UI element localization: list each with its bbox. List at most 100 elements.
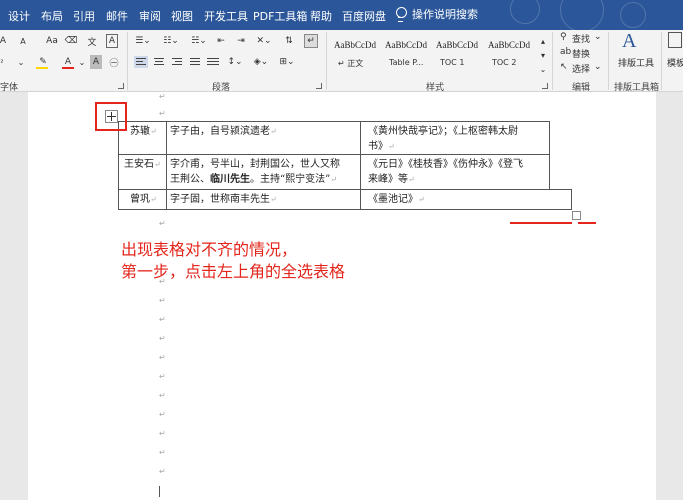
numbering-icon[interactable]: ☷⌄: [160, 34, 182, 48]
justify-icon[interactable]: [188, 56, 202, 68]
select-button[interactable]: 选择: [572, 62, 590, 75]
paragraph-mark: ↵: [159, 353, 166, 362]
font-color-bar: [62, 67, 74, 69]
typeset-tool-button[interactable]: 排版工具: [618, 56, 654, 69]
font-dialog-launcher[interactable]: [118, 83, 124, 89]
increase-indent-icon[interactable]: ⇥: [234, 34, 248, 48]
table-cell-name[interactable]: 王安石↵: [124, 157, 161, 172]
decor-circle: [560, 0, 604, 32]
dropdown-arrow-icon[interactable]: ⌄: [594, 32, 602, 42]
table-border: [118, 121, 550, 122]
change-case-button[interactable]: Aa: [44, 34, 60, 48]
tab-design[interactable]: 设计: [8, 8, 30, 24]
tab-mailings[interactable]: 邮件: [106, 8, 128, 24]
paragraph-dialog-launcher[interactable]: [316, 83, 322, 89]
ribbon-separator: [661, 32, 662, 90]
styles-scroll-up-icon[interactable]: ▴: [538, 34, 548, 48]
borders-icon[interactable]: ⊞⌄: [276, 55, 298, 69]
paragraph-mark: ↵: [159, 109, 166, 118]
select-icon[interactable]: ↖: [560, 62, 568, 72]
align-right-icon[interactable]: [170, 56, 184, 68]
tab-baidu-netdisk[interactable]: 百度网盘: [342, 8, 386, 24]
word-app-window: 设计 布局 引用 邮件 审阅 视图 开发工具 PDF工具箱 帮助 百度网盘 操作…: [0, 0, 683, 500]
replace-button[interactable]: 替换: [572, 47, 590, 60]
replace-icon[interactable]: ab: [560, 47, 571, 57]
grow-font-button[interactable]: A: [0, 34, 8, 48]
ribbon-tab-bar: 设计 布局 引用 邮件 审阅 视图 开发工具 PDF工具箱 帮助 百度网盘 操作…: [0, 0, 683, 32]
shrink-font-button[interactable]: A: [18, 34, 28, 48]
show-marks-icon[interactable]: ↵: [304, 34, 318, 48]
styles-more-icon[interactable]: ⌄: [538, 62, 548, 76]
decrease-indent-icon[interactable]: ⇤: [214, 34, 228, 48]
annotation-line-1: 出现表格对不齐的情况，: [121, 240, 298, 259]
style-name: TOC 2: [492, 58, 517, 67]
table-cell-works[interactable]: 《墨池记》↵: [368, 192, 425, 207]
dropdown-arrow-icon[interactable]: ⌄: [78, 55, 86, 69]
paragraph-mark: ↵: [159, 219, 166, 228]
table-cell-desc[interactable]: 字子固，世称南丰先生↵: [170, 192, 277, 207]
paragraph-mark: ↵: [159, 429, 166, 438]
table-border: [549, 121, 550, 190]
multilevel-list-icon[interactable]: ☵⌄: [188, 34, 210, 48]
style-normal[interactable]: AaBbCcDd ↵ 正文: [334, 36, 382, 70]
table-cell-desc[interactable]: 字介甫，号半山，封荆国公，世人又称 王荆公、临川先生。主持“熙宁变法”↵: [170, 157, 340, 187]
align-center-icon[interactable]: [152, 56, 166, 68]
paragraph-mark: ↵: [159, 296, 166, 305]
tab-view[interactable]: 视图: [171, 8, 193, 24]
ribbon-separator: [552, 32, 553, 90]
search-icon[interactable]: ⚲: [560, 32, 567, 42]
sort-icon[interactable]: ⇅: [282, 34, 296, 48]
template-icon[interactable]: [668, 32, 682, 48]
table-resize-handle[interactable]: [572, 211, 581, 220]
superscript-icon[interactable]: ²: [0, 55, 6, 69]
paragraph-mark: ↵: [159, 448, 166, 457]
char-shading-icon[interactable]: A: [90, 55, 102, 69]
tab-references[interactable]: 引用: [73, 8, 95, 24]
decor-circle: [510, 0, 540, 24]
dropdown-arrow-icon[interactable]: ⌄: [594, 62, 602, 72]
template-button[interactable]: 模板: [667, 56, 683, 69]
find-button[interactable]: 查找: [572, 32, 590, 45]
table-cell-name[interactable]: 曾巩↵: [130, 192, 157, 207]
shading-icon[interactable]: ◈⌄: [250, 55, 272, 69]
tab-layout[interactable]: 布局: [41, 8, 63, 24]
styles-dialog-launcher[interactable]: [542, 83, 548, 89]
tab-developer[interactable]: 开发工具: [204, 8, 248, 24]
annotation-underline: [510, 222, 572, 224]
tab-help[interactable]: 帮助: [310, 8, 332, 24]
chinese-layout-icon[interactable]: ✕⌄: [254, 34, 274, 48]
phonetic-guide-icon[interactable]: 文: [86, 34, 98, 48]
enclose-char-icon[interactable]: ㊀: [108, 55, 120, 69]
annotation-line-2: 第一步，点击左上角的全选表格: [121, 262, 346, 281]
style-toc1[interactable]: AaBbCcDd TOC 1: [436, 36, 484, 70]
styles-scroll-down-icon[interactable]: ▾: [538, 48, 548, 62]
dropdown-arrow-icon[interactable]: ⌄: [16, 55, 26, 69]
clear-format-icon[interactable]: ⌫: [65, 34, 78, 48]
style-name: TOC 1: [440, 58, 465, 67]
paragraph-mark: ↵: [159, 467, 166, 476]
char-border-button[interactable]: A: [106, 34, 118, 48]
style-table-paragraph[interactable]: AaBbCcDd Table P...: [385, 36, 433, 70]
bullets-icon[interactable]: ☰⌄: [132, 34, 154, 48]
paragraph-mark: ↵: [159, 410, 166, 419]
table-cell-works[interactable]: 《黄州快哉亭记》；《上枢密韩太尉 书》↵: [368, 124, 518, 154]
style-sample: AaBbCcDd: [488, 40, 530, 50]
line-spacing-icon[interactable]: ↕⌄: [224, 55, 246, 69]
table-border: [571, 189, 572, 210]
align-left-icon[interactable]: [134, 56, 148, 68]
ribbon-separator: [608, 32, 609, 90]
tab-review[interactable]: 审阅: [139, 8, 161, 24]
paragraph-mark: ↵: [159, 315, 166, 324]
tab-pdf-toolbox[interactable]: PDF工具箱: [253, 8, 307, 24]
highlight-box: [95, 102, 127, 131]
distribute-icon[interactable]: [206, 56, 220, 68]
style-toc2[interactable]: AaBbCcDd TOC 2: [488, 36, 536, 70]
paragraph-mark: ↵: [159, 92, 166, 101]
table-cell-works[interactable]: 《元日》《桂枝香》《伤仲永》《登飞 来峰》等↵: [368, 157, 523, 187]
table-cell-name[interactable]: 苏辙↵: [130, 124, 157, 139]
ribbon-separator: [127, 32, 128, 90]
typeset-tool-icon[interactable]: A: [622, 30, 636, 53]
tell-me-search[interactable]: 操作说明搜索: [395, 6, 478, 22]
text-cursor: [159, 486, 160, 497]
table-cell-desc[interactable]: 字子由，自号颍滨遗老↵: [170, 124, 277, 139]
